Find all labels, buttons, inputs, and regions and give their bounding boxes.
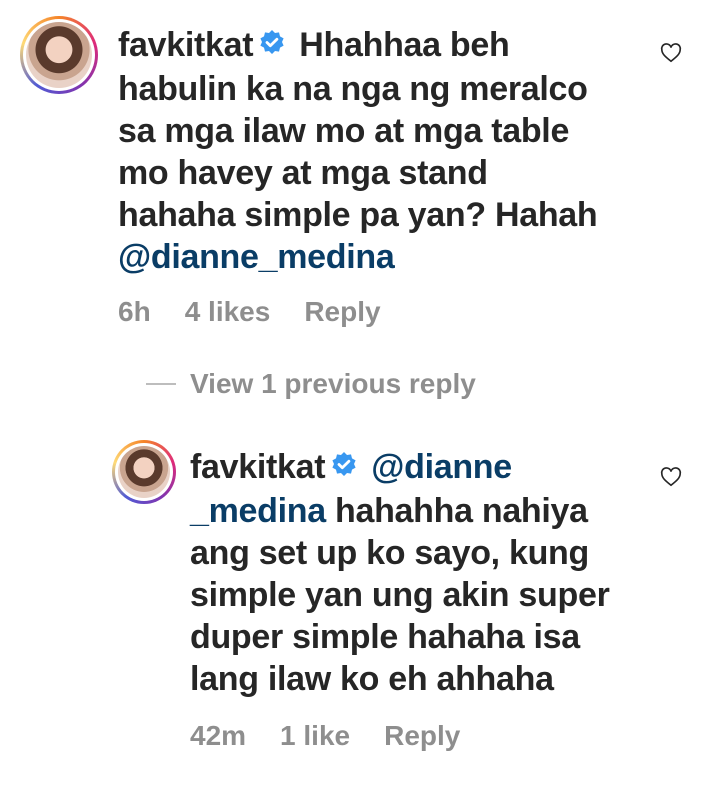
comment-body: favkitkat @dianne _medina hahahha nahiya …: [190, 446, 660, 700]
comment-text-line: hahahha nahiya: [335, 492, 588, 531]
comment-text-line: simple yan ung akin super: [190, 576, 610, 615]
mention-link[interactable]: @dianne: [371, 448, 512, 486]
verified-badge-icon: [259, 23, 285, 65]
comment-body: favkitkat Hhahhaa beh habulin ka na nga n…: [118, 24, 678, 278]
comment-text-line: duper simple hahaha isa: [190, 618, 580, 657]
likes-count[interactable]: 1 like: [280, 720, 350, 751]
reply-button[interactable]: Reply: [384, 720, 460, 751]
comment-text-line: sa mga ilaw mo at mga table: [118, 112, 570, 151]
heart-icon[interactable]: [660, 466, 682, 488]
comment-text-line: Hhahhaa beh: [299, 26, 510, 64]
likes-count[interactable]: 4 likes: [185, 296, 271, 327]
comment-text-line: lang ilaw ko eh ahhaha: [190, 660, 554, 699]
divider-line: [146, 383, 176, 385]
mention-link-continued[interactable]: _medina: [190, 492, 326, 530]
verified-badge-icon: [331, 445, 357, 487]
avatar[interactable]: [20, 16, 98, 94]
timestamp: 6h: [118, 296, 151, 327]
username[interactable]: favkitkat: [190, 448, 326, 486]
avatar[interactable]: [112, 440, 176, 504]
comment-text-line: hahaha simple pa yan? Hahah: [118, 196, 598, 235]
comment-meta: 6h 4 likes Reply: [118, 296, 415, 328]
timestamp: 42m: [190, 720, 247, 751]
mention-link[interactable]: @dianne_medina: [118, 238, 395, 276]
comment-text-line: mo havey at mga stand: [118, 154, 488, 193]
view-replies-button[interactable]: View 1 previous reply: [146, 368, 476, 400]
comment-text-line: ang set up ko sayo, kung: [190, 534, 589, 573]
username[interactable]: favkitkat: [118, 26, 254, 64]
reply-button[interactable]: Reply: [304, 296, 380, 327]
comment-text-line: habulin ka na nga ng meralco: [118, 70, 588, 109]
comment-meta: 42m 1 like Reply: [190, 720, 494, 752]
view-replies-label: View 1 previous reply: [190, 368, 476, 399]
heart-icon[interactable]: [660, 42, 682, 64]
